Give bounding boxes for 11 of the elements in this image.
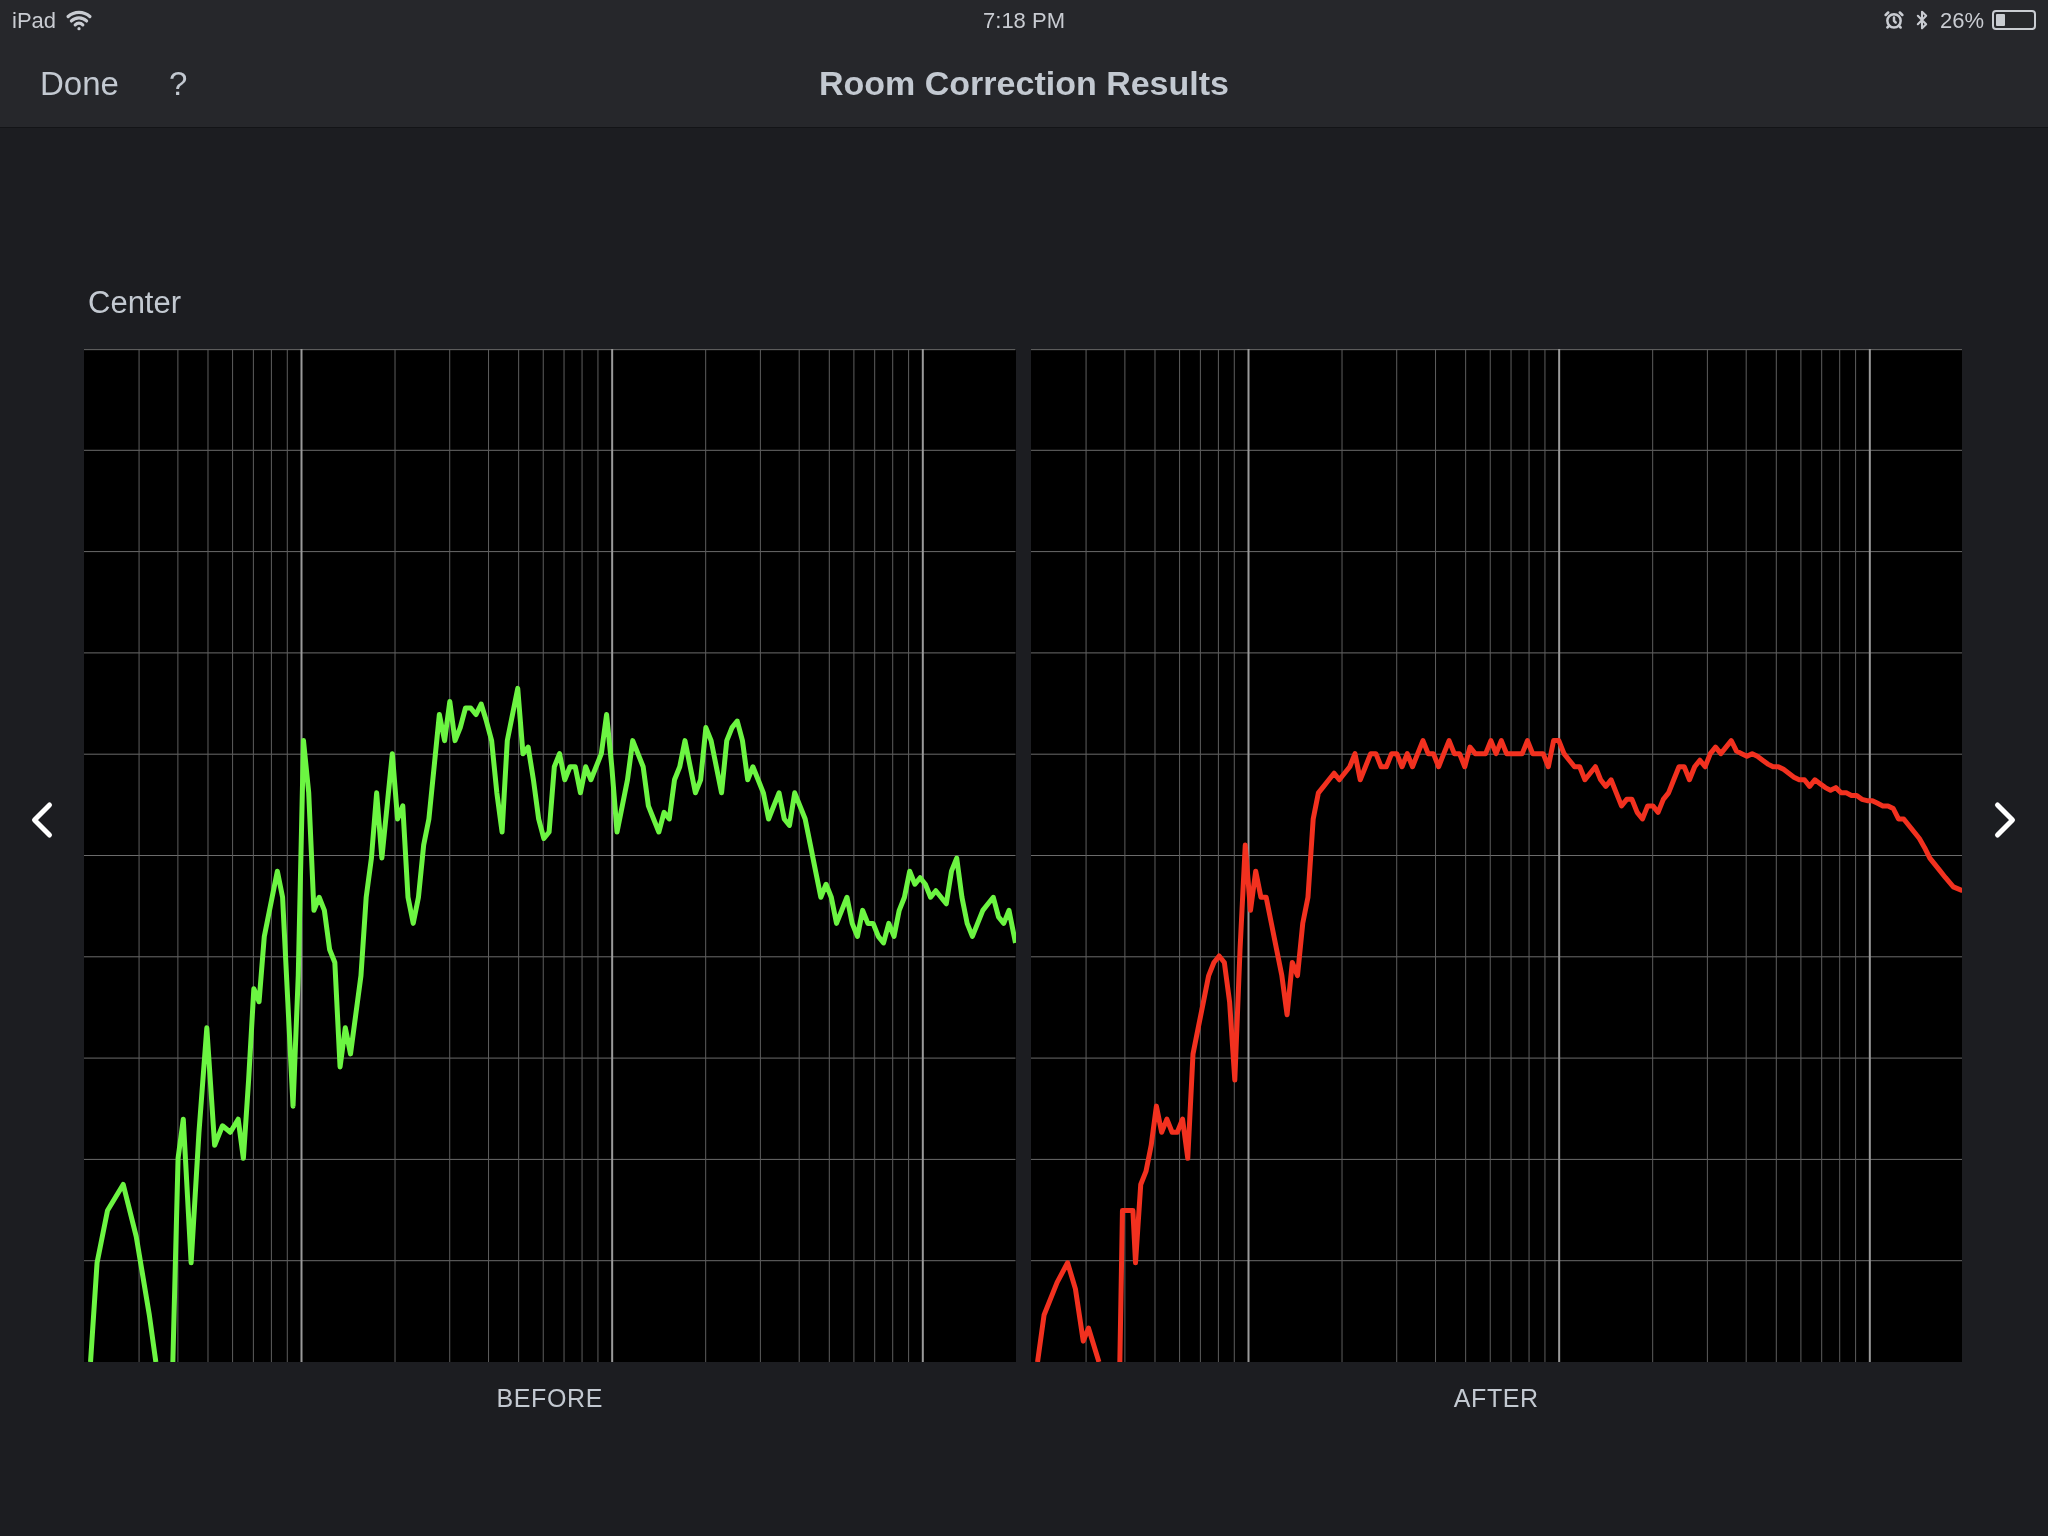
channel-name: Center — [88, 285, 182, 320]
graph-label: AFTER — [1453, 1382, 1539, 1414]
battery-percentage: 26% — [1939, 6, 1984, 35]
battery-icon — [1992, 10, 2036, 30]
graph-label: BEFORE — [496, 1382, 603, 1414]
device-name: iPad — [12, 6, 57, 35]
alarm-icon — [1883, 10, 1904, 30]
help-button[interactable]: ? — [168, 58, 188, 109]
screen-title: Room Correction Results — [819, 63, 1229, 104]
done-button[interactable]: Done — [40, 58, 119, 109]
status-time: 7:18 PM — [983, 6, 1065, 35]
